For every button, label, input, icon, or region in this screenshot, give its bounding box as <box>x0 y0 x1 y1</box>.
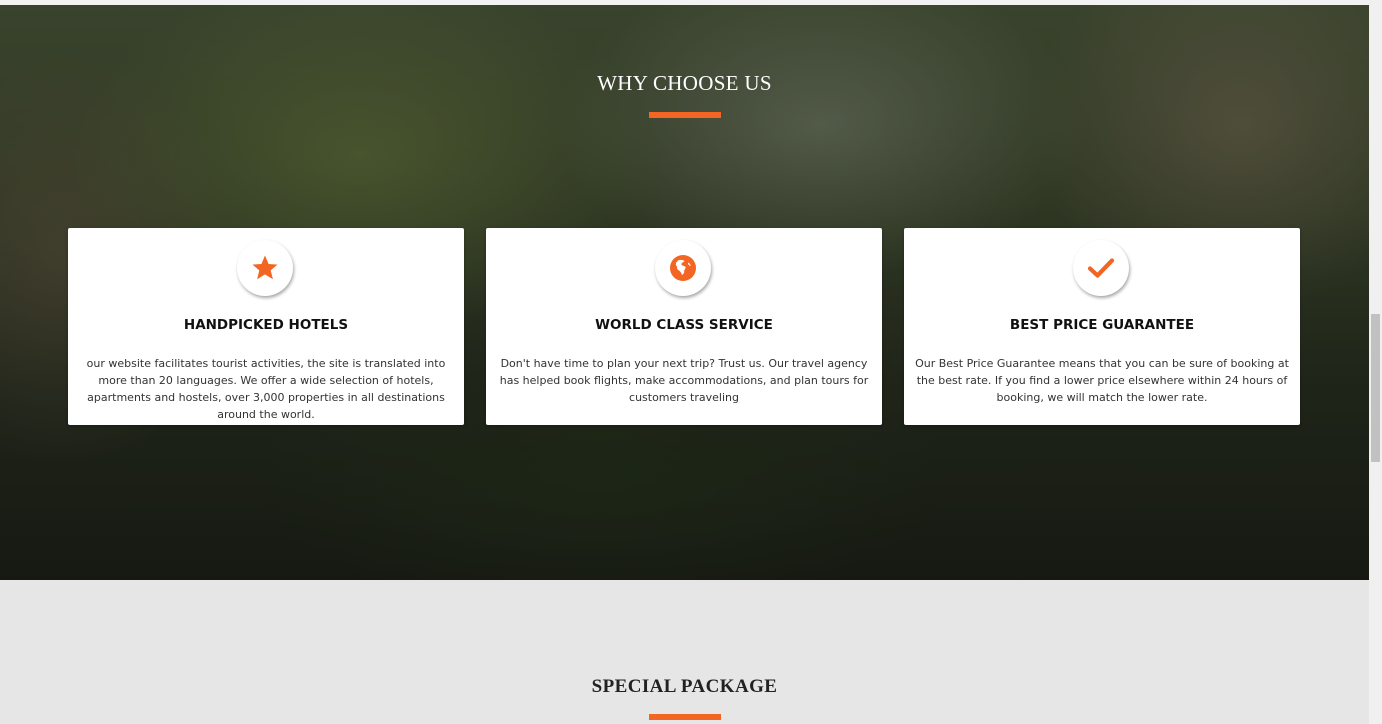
checkmark-icon <box>1073 240 1129 296</box>
scrollbar-thumb[interactable] <box>1371 314 1380 462</box>
section-title: WHY CHOOSE US <box>597 71 772 95</box>
star-icon <box>237 240 293 296</box>
feature-card-handpicked-hotels: HANDPICKED HOTELS our website facilitate… <box>68 228 464 425</box>
globe-icon <box>655 240 711 296</box>
title-underline <box>649 112 721 118</box>
feature-card-best-price-guarantee: BEST PRICE GUARANTEE Our Best Price Guar… <box>904 228 1300 425</box>
page-scrollbar[interactable] <box>1369 0 1382 724</box>
title-underline <box>649 714 721 720</box>
page: WHY CHOOSE US HANDPICKED HOTELS our webs… <box>0 0 1369 724</box>
card-description: Don't have time to plan your next trip? … <box>499 357 869 404</box>
card-description: our website facilitates tourist activiti… <box>86 357 446 421</box>
card-title: WORLD CLASS SERVICE <box>595 317 773 333</box>
why-choose-us-section: WHY CHOOSE US HANDPICKED HOTELS our webs… <box>0 5 1369 580</box>
card-title: HANDPICKED HOTELS <box>183 317 349 333</box>
special-package-title: SPECIAL PACKAGE <box>591 676 778 697</box>
card-title: BEST PRICE GUARANTEE <box>1009 317 1195 333</box>
card-description: Our Best Price Guarantee means that you … <box>915 357 1289 404</box>
feature-card-world-class-service: WORLD CLASS SERVICE Don't have time to p… <box>486 228 882 425</box>
